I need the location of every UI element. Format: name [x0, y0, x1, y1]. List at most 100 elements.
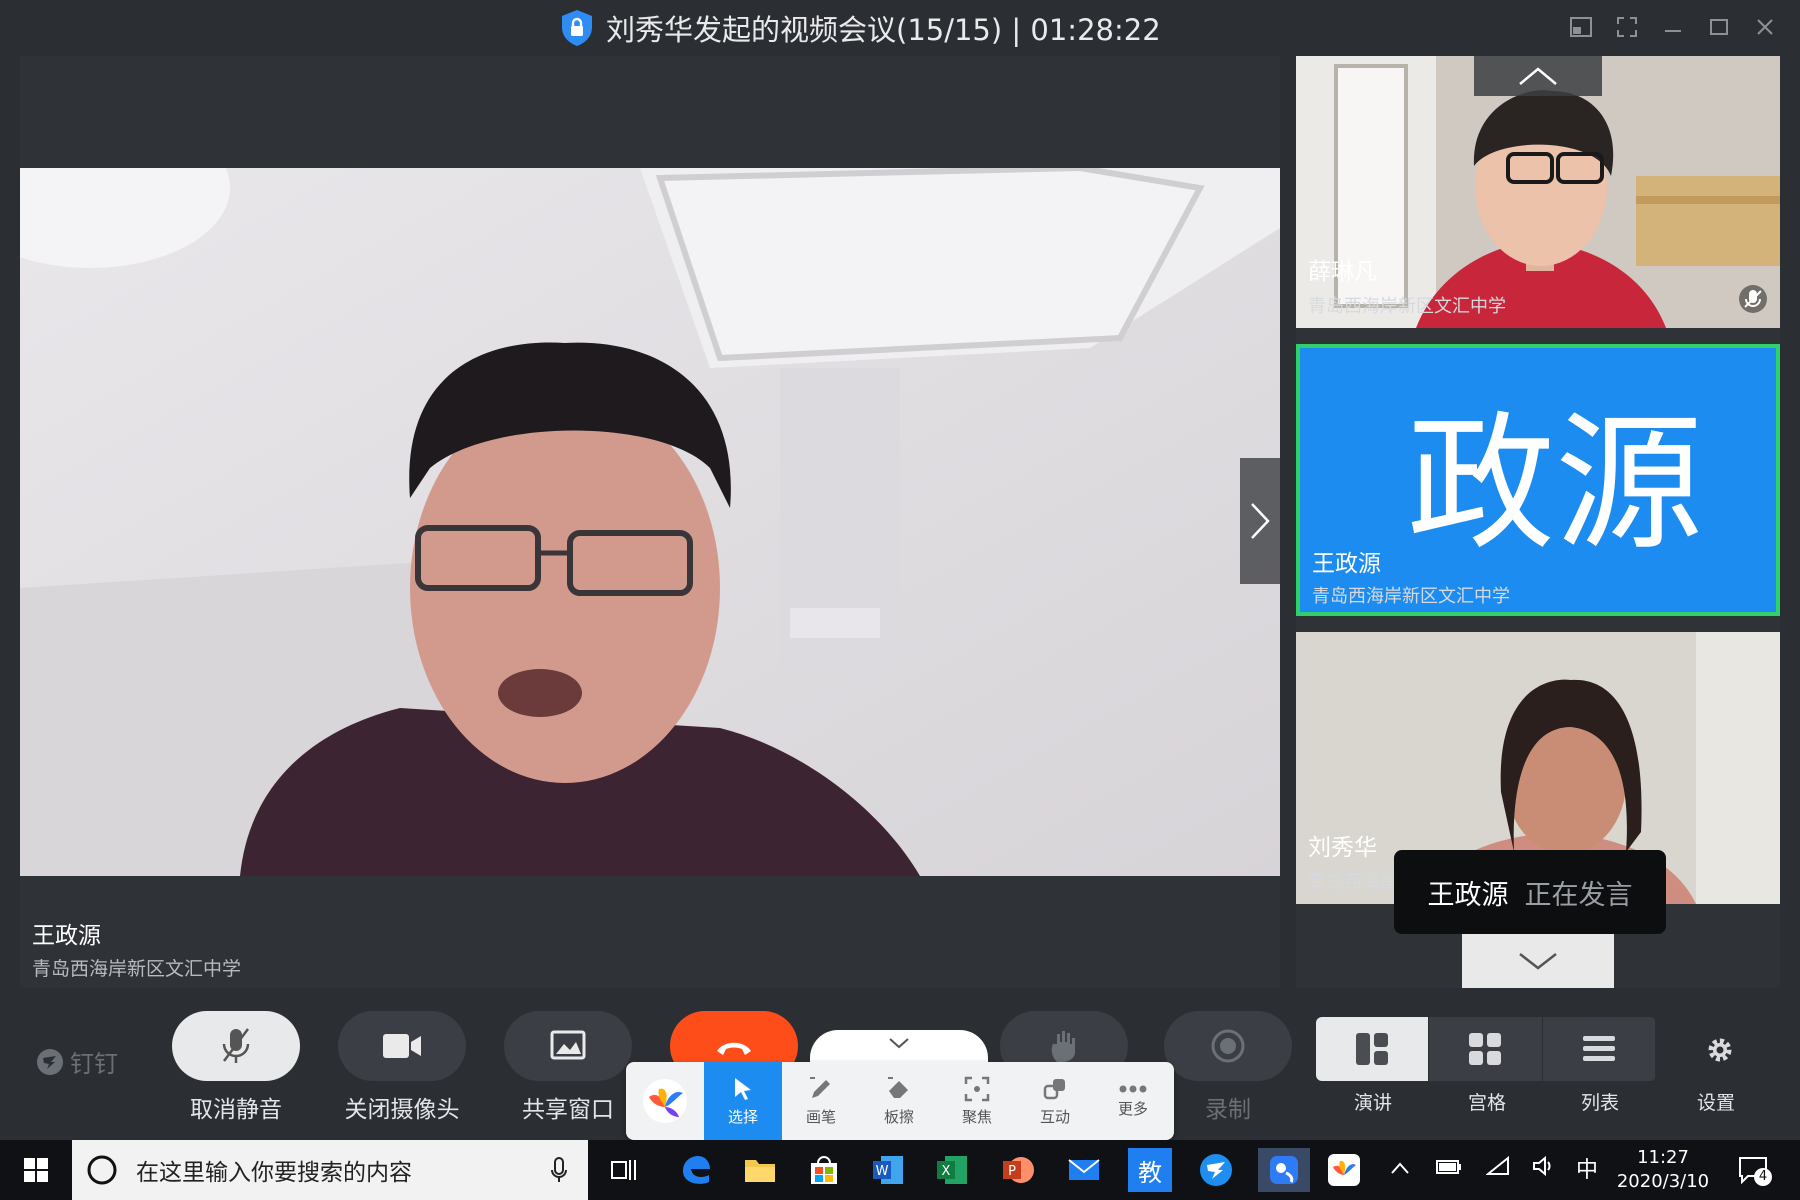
gear-icon [1708, 1038, 1732, 1062]
scroll-up-button[interactable] [1474, 56, 1602, 96]
pip-icon[interactable] [1566, 10, 1596, 44]
next-page-button[interactable] [1240, 458, 1280, 584]
dingtalk-icon [1200, 1154, 1232, 1186]
share-screen-icon [550, 1030, 586, 1060]
eraser-tool-label: 板擦 [883, 1107, 914, 1126]
taskbar-app-classroom[interactable] [1322, 1148, 1366, 1192]
share-window-button[interactable] [504, 1011, 632, 1081]
speaker-layout-icon [1356, 1033, 1389, 1065]
taskbar-app-mail[interactable] [1062, 1148, 1106, 1192]
svg-text:W: W [876, 1164, 889, 1179]
settings-button[interactable] [1704, 1034, 1736, 1070]
speaking-status: 正在发言 [1524, 879, 1633, 911]
taskbar-search-box[interactable]: 在这里输入你要搜索的内容 [72, 1140, 588, 1200]
colorful-bird-icon [1328, 1154, 1360, 1186]
focus-tool[interactable]: 聚焦 [938, 1062, 1016, 1140]
camera-off-button[interactable] [338, 1011, 466, 1081]
settings-label: 设置 [1696, 1092, 1735, 1114]
unmute-label: 取消静音 [190, 1097, 282, 1123]
taskbar-app-word[interactable]: W [866, 1148, 910, 1192]
taskbar-app-edu[interactable]: 教 [1128, 1148, 1172, 1192]
taskbar-app-explorer[interactable] [738, 1148, 782, 1192]
list-layout-label: 列表 [1580, 1092, 1619, 1114]
interact-tool[interactable]: 互动 [1016, 1062, 1094, 1140]
more-dots-icon [1119, 1085, 1147, 1092]
select-tool[interactable]: 选择 [704, 1062, 782, 1140]
chevron-up-icon [1391, 1162, 1409, 1174]
mail-icon [1068, 1159, 1100, 1180]
taskbar-app-dingtalk[interactable] [1194, 1148, 1238, 1192]
cortana-icon [87, 1155, 117, 1185]
meeting-app-icon [1270, 1156, 1298, 1184]
edge-browser-icon [683, 1156, 710, 1184]
wifi-icon[interactable] [1485, 1155, 1510, 1182]
more-tool-label: 更多 [1117, 1099, 1148, 1118]
microphone-icon [551, 1157, 567, 1182]
hand-icon [1051, 1031, 1075, 1062]
tray-overflow-icon[interactable] [1390, 1156, 1410, 1181]
record-button[interactable] [1164, 1011, 1292, 1081]
eraser-icon [888, 1076, 908, 1098]
list-layout-button[interactable] [1542, 1017, 1656, 1081]
clock-date: 2020/3/10 [1616, 1171, 1710, 1192]
meeting-window: 刘秀华发起的视频会议(15/15) | 01:28:22 王政源 青岛西海岸新区… [0, 0, 1800, 1140]
layout-switcher [1316, 1017, 1656, 1081]
participant-name: 薛琳凡 [1308, 259, 1377, 285]
dingtalk-logo: 钉钉 [36, 1044, 118, 1079]
chevron-down-icon [889, 1038, 909, 1049]
taskbar-app-excel[interactable]: X [930, 1148, 974, 1192]
scroll-down-button[interactable] [1462, 934, 1614, 988]
interact-tool-label: 互动 [1039, 1107, 1070, 1126]
ime-indicator[interactable]: 中 [1576, 1152, 1598, 1184]
notification-center-button[interactable]: 4 [1738, 1156, 1772, 1190]
window-title: 刘秀华发起的视频会议(15/15) | 01:28:22 [606, 13, 1161, 47]
main-speaker-org: 青岛西海岸新区文汇中学 [32, 958, 242, 980]
chevron-up-icon [1519, 67, 1557, 85]
colorful-bird-icon [643, 1079, 687, 1123]
search-placeholder: 在这里输入你要搜索的内容 [136, 1160, 412, 1186]
folder-icon [745, 1160, 775, 1182]
minimize-icon[interactable] [1658, 10, 1688, 44]
maximize-icon[interactable] [1704, 10, 1734, 44]
powerpoint-icon: P [1003, 1157, 1034, 1183]
pen-icon [810, 1076, 830, 1098]
list-layout-icon [1582, 1036, 1615, 1061]
pen-tool-label: 画笔 [805, 1107, 836, 1126]
participant-tile[interactable]: 薛琳凡 青岛西海岸新区文汇中学 [1296, 56, 1780, 328]
close-icon[interactable] [1750, 10, 1780, 44]
annotation-toolbar: 选择 画笔 板擦 聚焦 互动 更多 [626, 1062, 1174, 1140]
taskbar-app-edge[interactable] [674, 1148, 718, 1192]
avatar-text: 政源 [1407, 398, 1703, 570]
speaker-layout-button[interactable] [1316, 1017, 1430, 1081]
more-tool[interactable]: 更多 [1094, 1062, 1172, 1140]
record-icon [1211, 1029, 1245, 1063]
fullscreen-icon[interactable] [1612, 10, 1642, 44]
speaking-indicator: 王政源 正在发言 [1394, 850, 1666, 934]
mic-muted-icon [1739, 285, 1767, 313]
select-tool-label: 选择 [727, 1107, 758, 1126]
chevron-down-icon [1519, 953, 1557, 970]
svg-text:X: X [942, 1164, 951, 1179]
pen-tool[interactable]: 画笔 [782, 1062, 860, 1140]
store-icon [811, 1156, 837, 1184]
clock[interactable]: 11:27 2020/3/10 [1608, 1146, 1718, 1194]
title-bar: 刘秀华发起的视频会议(15/15) | 01:28:22 [0, 0, 1800, 54]
clock-time: 11:27 [1637, 1147, 1689, 1168]
taskbar-app-meeting-active[interactable] [1258, 1148, 1310, 1192]
participant-tile-active[interactable]: 政源 王政源 青岛西海岸新区文汇中学 [1296, 344, 1780, 616]
grid-layout-button[interactable] [1429, 1017, 1543, 1081]
task-view-button[interactable] [602, 1148, 646, 1192]
battery-icon[interactable] [1436, 1156, 1462, 1181]
cursor-icon [735, 1077, 751, 1100]
participant-org: 青岛西海岸新区文汇中学 [1308, 296, 1506, 317]
eraser-tool[interactable]: 板擦 [860, 1062, 938, 1140]
notification-badge: 4 [1754, 1168, 1772, 1186]
unmute-button[interactable] [172, 1011, 300, 1081]
volume-icon[interactable] [1532, 1155, 1556, 1182]
participant-video-image [1296, 56, 1780, 328]
grid-layout-label: 宫格 [1467, 1092, 1506, 1114]
taskbar-app-powerpoint[interactable]: P [996, 1148, 1040, 1192]
start-button[interactable] [14, 1148, 58, 1192]
focus-tool-label: 聚焦 [961, 1107, 992, 1126]
taskbar-app-store[interactable] [802, 1148, 846, 1192]
